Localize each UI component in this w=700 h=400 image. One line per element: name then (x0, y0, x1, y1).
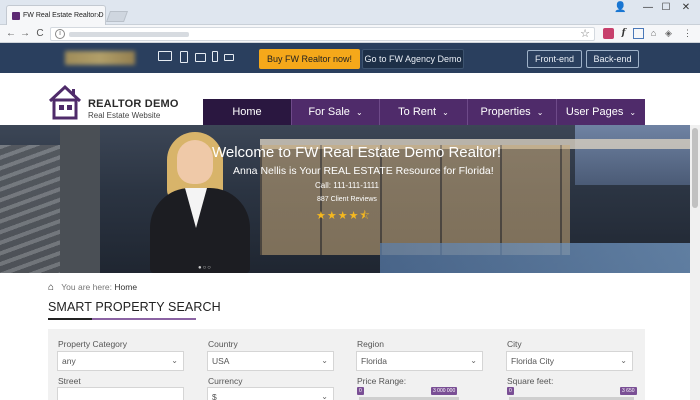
nav-item-label: Home (232, 106, 262, 118)
blurred-logo (65, 51, 135, 65)
nav-item-label: To Rent (398, 106, 437, 118)
tab-close-icon[interactable]: × (96, 6, 101, 25)
nav-item-label: Properties (480, 106, 531, 118)
nav-item-label: For Sale (308, 106, 350, 118)
browser-toolbar: ← → C i ☆ f ⌂ ◈ ⋮ (0, 25, 700, 43)
agency-demo-button[interactable]: Go to FW Agency Demo (362, 49, 464, 69)
chevron-down-icon: ⌄ (321, 356, 328, 365)
rating-stars-icon: ★★★★⯪ (316, 210, 371, 222)
region-select[interactable]: Florida ⌄ (356, 351, 483, 371)
slider-dots[interactable]: ●○○ (198, 265, 212, 271)
browser-tab-strip: FW Real Estate Realtor D × 👤 — ☐ ✕ (0, 0, 700, 25)
main-navigation: Home For Sale ⌄ To Rent ⌄ Properties ⌄ U… (203, 99, 645, 125)
hero-stairs (0, 145, 60, 273)
city-select[interactable]: Florida City ⌄ (506, 351, 633, 371)
scrollbar-thumb[interactable] (692, 128, 698, 208)
nav-item-user-pages[interactable]: User Pages ⌄ (557, 99, 645, 125)
tablet-landscape-icon[interactable] (195, 53, 206, 62)
chevron-down-icon: ⌄ (620, 356, 627, 365)
buy-realtor-button[interactable]: Buy FW Realtor now! (259, 49, 360, 69)
property-category-label: Property Category (58, 339, 127, 349)
home-icon[interactable]: ⌂ (48, 282, 54, 293)
chevron-down-icon: ⌄ (442, 108, 449, 117)
breadcrumb-current[interactable]: Home (114, 282, 137, 292)
house-logo-icon[interactable] (48, 84, 82, 120)
frontend-button[interactable]: Front-end (527, 50, 582, 68)
close-window-button[interactable]: ✕ (672, 0, 700, 18)
search-section-title: SMART PROPERTY SEARCH (48, 300, 221, 314)
chevron-down-icon: ⌄ (629, 108, 637, 117)
nav-item-properties[interactable]: Properties ⌄ (468, 99, 557, 125)
extension-tag-icon[interactable]: ⌂ (648, 28, 659, 39)
back-button[interactable]: ← (4, 27, 18, 41)
hero-sky (575, 125, 690, 185)
sqft-min-tag: 0 (507, 387, 514, 395)
street-input[interactable] (57, 387, 184, 400)
browser-tab[interactable]: FW Real Estate Realtor D × (6, 5, 106, 25)
hero-reviews[interactable]: 887 Client Reviews (317, 196, 377, 203)
country-select[interactable]: USA ⌄ (207, 351, 334, 371)
extension-puzzle-icon[interactable]: ◈ (663, 28, 674, 39)
desktop-icon[interactable] (158, 51, 172, 61)
price-max-tag: 3 000 000 (431, 387, 458, 395)
currency-select[interactable]: $ ⌄ (207, 387, 334, 400)
breadcrumb-prefix: You are here: (61, 282, 112, 292)
hero-house-windows (260, 145, 570, 255)
chevron-down-icon: ⌄ (321, 392, 328, 400)
country-value: USA (212, 356, 230, 366)
currency-value: $ (212, 392, 217, 400)
tab-title: FW Real Estate Realtor D (23, 12, 104, 19)
nav-item-home[interactable]: Home (203, 99, 292, 125)
square-feet-label: Square feet: (507, 376, 554, 386)
nav-item-label: User Pages (565, 106, 624, 118)
nav-item-for-sale[interactable]: For Sale ⌄ (292, 99, 380, 125)
country-label: Country (208, 339, 238, 349)
site-topbar: Buy FW Realtor now! Go to FW Agency Demo… (0, 43, 700, 73)
brand-subtitle: Real Estate Website (88, 111, 161, 120)
nav-item-to-rent[interactable]: To Rent ⌄ (380, 99, 468, 125)
site-header: REALTOR DEMO Real Estate Website Home Fo… (0, 73, 700, 125)
chevron-down-icon: ⌄ (171, 356, 178, 365)
extension-screenshot-icon[interactable] (633, 28, 644, 39)
property-category-select[interactable]: any ⌄ (57, 351, 184, 371)
hero-title: Welcome to FW Real Estate Demo Realtor! (212, 144, 501, 161)
url-text-blurred (69, 32, 189, 37)
phone-landscape-icon[interactable] (224, 54, 234, 61)
forward-button[interactable]: → (18, 27, 32, 41)
region-label: Region (357, 339, 384, 349)
property-search-form: Property Category any ⌄ Country USA ⌄ Re… (48, 329, 645, 400)
hero-phone[interactable]: Call: 111-111-1111 (315, 181, 379, 190)
bookmark-star-icon[interactable]: ☆ (580, 27, 590, 40)
extension-function-icon[interactable]: f (618, 28, 629, 39)
extension-pink-icon[interactable] (603, 28, 614, 39)
price-range-label: Price Range: (357, 376, 407, 386)
property-category-value: any (62, 356, 76, 366)
chevron-down-icon: ⌄ (470, 356, 477, 365)
chevron-down-icon: ⌄ (355, 108, 363, 117)
reload-button[interactable]: C (33, 27, 47, 41)
street-label: Street (58, 376, 81, 386)
site-info-icon[interactable]: i (55, 29, 65, 39)
city-value: Florida City (511, 356, 554, 366)
site-favicon-icon (12, 12, 20, 20)
address-bar[interactable]: i ☆ (50, 27, 595, 41)
price-min-tag: 0 (357, 387, 364, 395)
phone-icon[interactable] (212, 51, 218, 62)
breadcrumb: ⌂ You are here: Home (48, 282, 137, 293)
chevron-down-icon: ⌄ (536, 108, 544, 117)
city-label: City (507, 339, 522, 349)
brand-title[interactable]: REALTOR DEMO (88, 98, 179, 110)
browser-menu-icon[interactable]: ⋮ (682, 28, 693, 39)
profile-icon[interactable]: 👤 (614, 2, 626, 14)
hero-wall (60, 125, 100, 273)
hero-subtitle: Anna Nellis is Your REAL ESTATE Resource… (233, 165, 494, 177)
title-underline-accent (48, 318, 92, 320)
sqft-max-tag: 3 650 (620, 387, 637, 395)
hero-pool (380, 243, 690, 273)
region-value: Florida (361, 356, 387, 366)
backend-button[interactable]: Back-end (586, 50, 639, 68)
currency-label: Currency (208, 376, 243, 386)
new-tab-button[interactable] (105, 11, 129, 22)
tablet-icon[interactable] (180, 51, 188, 63)
